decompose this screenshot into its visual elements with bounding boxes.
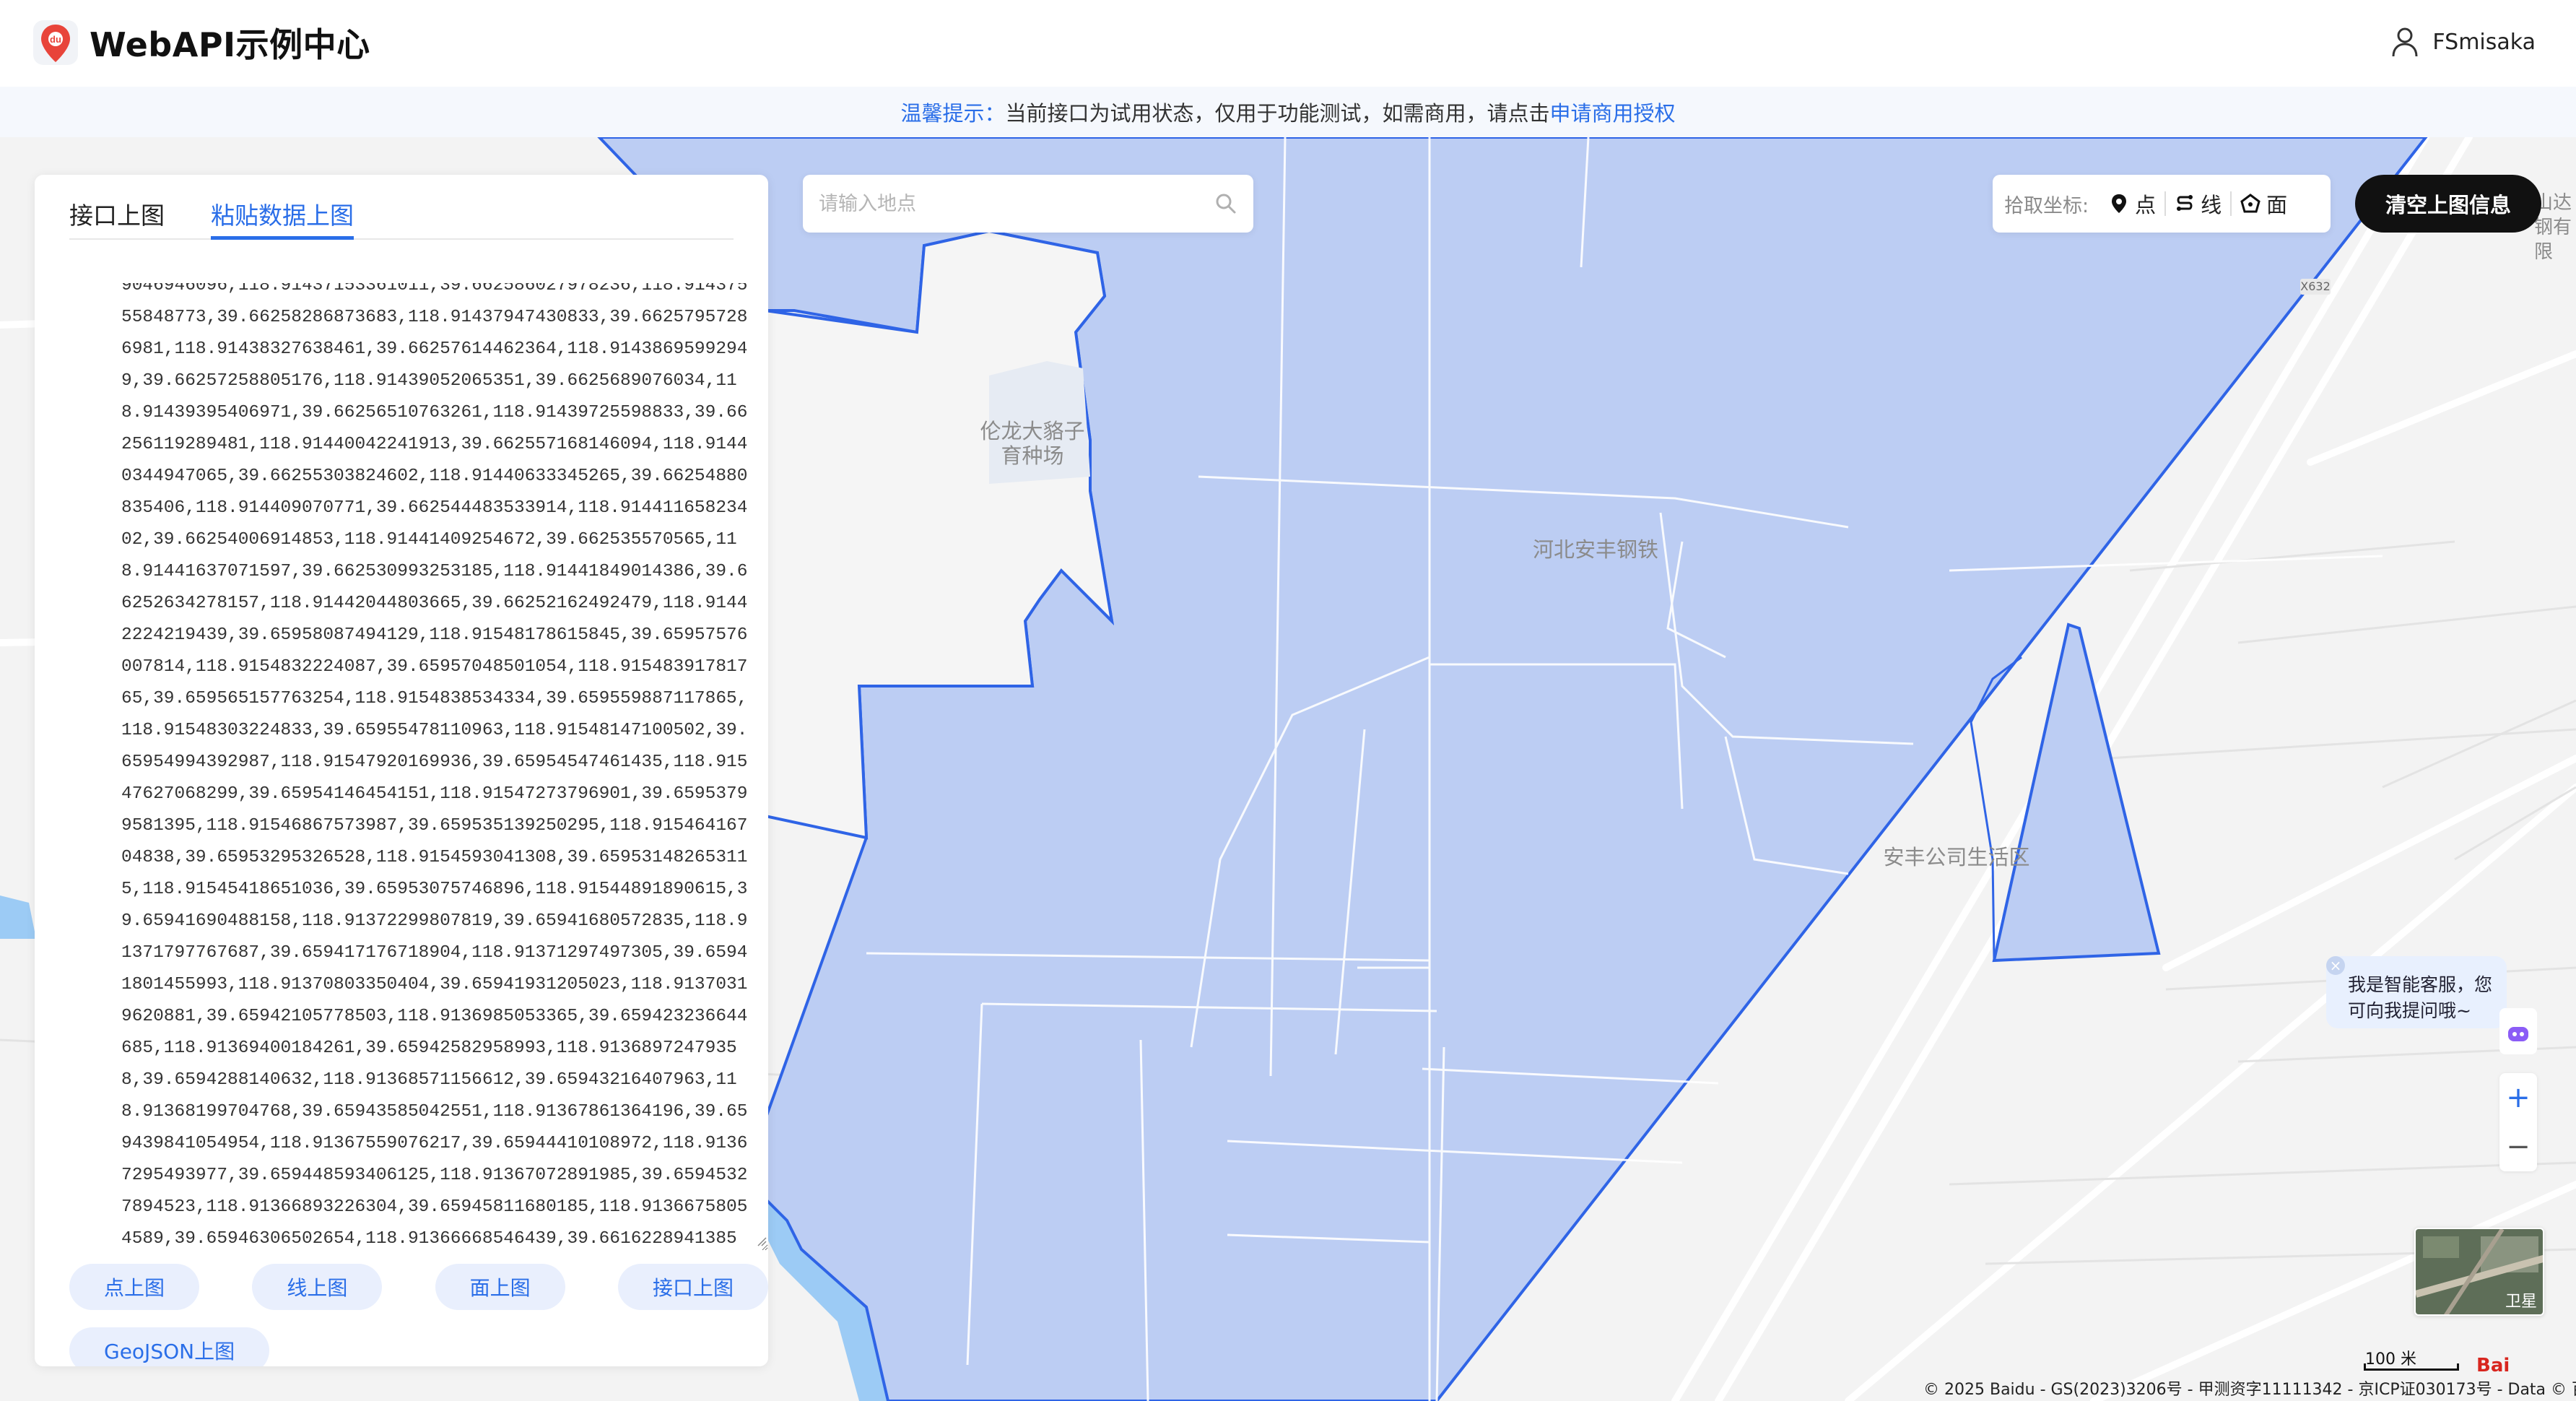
pick-point-button[interactable]: 点 (2100, 188, 2164, 219)
location-pin-icon (2112, 194, 2127, 213)
satellite-label: 卫星 (2505, 1293, 2537, 1311)
polygon-icon (2240, 194, 2260, 213)
assistant-line-1: 我是智能客服，您 (2348, 974, 2493, 995)
map-scale-bar (2364, 1363, 2459, 1371)
notice-message: 当前接口为试用状态，仅用于功能测试，如需商用，请点击 (1005, 101, 1550, 126)
pick-polygon-button[interactable]: 面 (2232, 188, 2296, 219)
plot-geojson-button[interactable]: GeoJSON上图 (69, 1327, 270, 1366)
assistant-robot-icon[interactable] (2499, 1008, 2537, 1054)
map-label-steel: 河北安丰钢铁 (1532, 537, 1658, 562)
notice-hint: 温馨提示： (900, 101, 1006, 126)
baidu-map-logo-icon: du (33, 20, 78, 65)
location-search (803, 175, 1253, 233)
page-title: WebAPI示例中心 (90, 25, 370, 64)
baidu-logo-icon: Bai (2476, 1355, 2510, 1376)
zoom-in-button[interactable]: + (2499, 1073, 2537, 1122)
zoom-control: + − (2499, 1073, 2537, 1171)
apply-license-link[interactable]: 申请商用授权 (1550, 97, 1676, 127)
coordinate-data-textarea[interactable] (69, 283, 768, 1251)
map-road-badge: X632 (2300, 279, 2331, 293)
tab-paste-data-plot[interactable]: 粘贴数据上图 (211, 196, 354, 240)
zoom-out-button[interactable]: − (2499, 1122, 2537, 1171)
search-icon[interactable] (1214, 192, 1237, 215)
map-label-farm: 伦龙大貉子 育种场 (980, 419, 1085, 468)
plot-api-button[interactable]: 接口上图 (617, 1264, 768, 1310)
search-input[interactable] (819, 185, 1194, 222)
plot-buttons-row-2: GeoJSON上图 (69, 1327, 768, 1366)
assistant-bubble[interactable]: 我是智能客服，您 可向我提问哦~ (2326, 956, 2507, 1028)
user-icon (2392, 27, 2418, 57)
user-menu[interactable]: FSmisaka (2390, 26, 2536, 58)
resize-handle-icon[interactable] (757, 1236, 767, 1246)
tab-api-plot[interactable]: 接口上图 (69, 196, 165, 238)
assistant-line-2: 可向我提问哦~ (2348, 1000, 2471, 1021)
pick-coordinate-label: 拾取坐标: (2004, 194, 2089, 217)
map-label-living-area: 安丰公司生活区 (1883, 845, 2030, 869)
satellite-toggle[interactable]: 卫星 (2414, 1228, 2544, 1316)
plot-point-button[interactable]: 点上图 (69, 1264, 200, 1310)
pick-coordinate-toolbar: 拾取坐标: 点 线 面 (1993, 175, 2331, 233)
clear-plot-button[interactable]: 清空上图信息 (2355, 175, 2541, 233)
plot-line-button[interactable]: 线上图 (252, 1264, 383, 1310)
pick-line-label: 线 (2201, 193, 2222, 217)
plot-polygon-button[interactable]: 面上图 (435, 1264, 565, 1310)
pick-point-label: 点 (2135, 193, 2157, 217)
robot-icon (2508, 1027, 2528, 1041)
brand[interactable]: du WebAPI示例中心 (32, 19, 370, 66)
data-panel: 接口上图 粘贴数据上图 点上图 线上图 面上图 接口上图 GeoJSON上图 (35, 175, 768, 1366)
panel-tabs: 接口上图 粘贴数据上图 (69, 196, 734, 240)
polyline-icon (2177, 195, 2193, 211)
pick-line-button[interactable]: 线 (2166, 188, 2230, 219)
assistant-close-icon[interactable]: × (2326, 956, 2345, 975)
username: FSmisaka (2432, 29, 2536, 55)
notice-bar: 温馨提示： 当前接口为试用状态，仅用于功能测试，如需商用，请点击 申请商用授权 (0, 87, 2576, 137)
top-header: du WebAPI示例中心 FSmisaka (0, 0, 2576, 87)
pick-polygon-label: 面 (2266, 193, 2288, 217)
plot-buttons-row: 点上图 线上图 面上图 接口上图 (69, 1264, 768, 1310)
map-copyright: © 2025 Baidu - GS(2023)3206号 - 甲测资字11111… (1923, 1381, 2576, 1399)
svg-text:du: du (50, 34, 61, 45)
